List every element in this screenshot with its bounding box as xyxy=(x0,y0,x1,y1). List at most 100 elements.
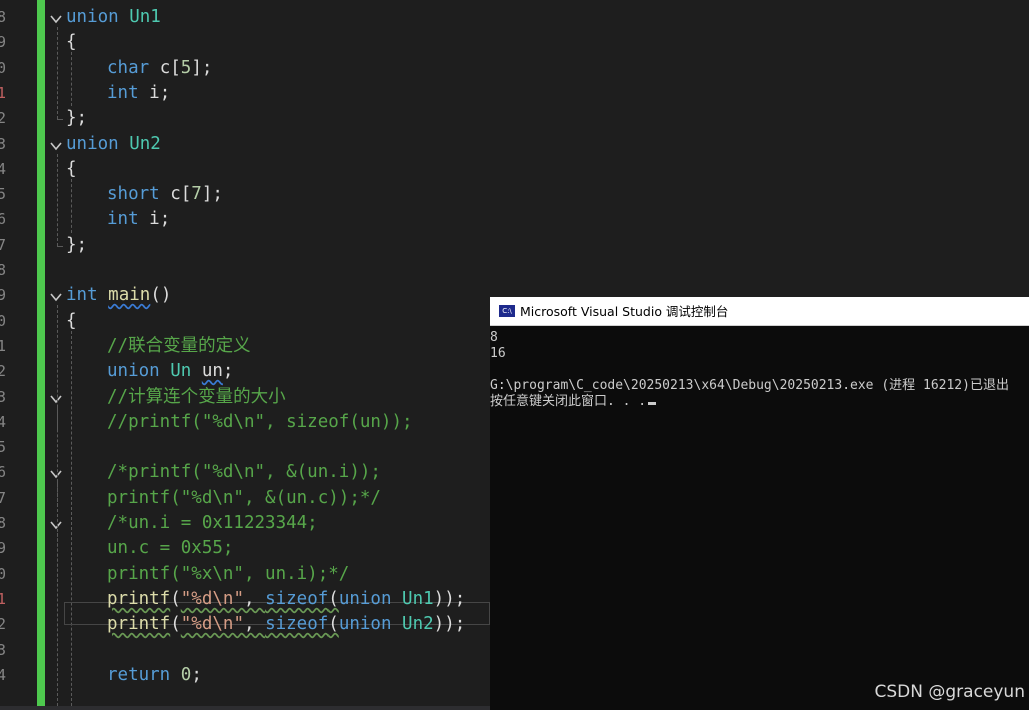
indent-guide xyxy=(71,52,72,106)
code-token: )); xyxy=(433,614,466,634)
code-token: union xyxy=(338,614,403,634)
code-token: /*un.i = 0x11223344; xyxy=(107,513,318,533)
fold-guide-comment xyxy=(57,482,58,506)
fold-guide-un1 xyxy=(57,27,58,119)
code-token: }; xyxy=(66,235,88,255)
code-token: /*printf("%d\n", &(un.i)); xyxy=(107,462,381,482)
code-line[interactable]: //联合变量的定义 xyxy=(107,334,251,359)
line-number: 4 xyxy=(0,160,7,178)
code-line[interactable]: //计算连个变量的大小 xyxy=(107,385,286,410)
fold-chevron-icon[interactable] xyxy=(49,138,63,152)
code-token: main xyxy=(108,285,151,305)
line-number: 1 xyxy=(0,590,7,608)
line-number: 9 xyxy=(0,286,7,304)
code-token: }; xyxy=(66,108,88,128)
code-token: int xyxy=(107,209,150,229)
code-line[interactable]: int i; xyxy=(107,81,170,106)
code-token: ( xyxy=(170,589,181,609)
code-line[interactable]: return 0; xyxy=(107,663,202,688)
code-line[interactable]: int main() xyxy=(66,283,171,308)
code-line[interactable]: { xyxy=(66,309,77,334)
fold-guide-end xyxy=(57,246,63,247)
line-number: 5 xyxy=(0,185,7,203)
line-number: 5 xyxy=(0,438,7,456)
code-token: ]; xyxy=(191,58,213,78)
code-line[interactable]: printf("%d\n", sizeof(union Un2)); xyxy=(107,612,465,637)
code-line[interactable]: un.c = 0x55; xyxy=(107,536,233,561)
code-token: int xyxy=(66,285,109,305)
code-line[interactable]: union Un1 xyxy=(66,5,161,30)
watermark: CSDN @graceyun xyxy=(874,682,1026,702)
editor-bottom-scroll-strip[interactable] xyxy=(0,706,490,710)
code-token: { xyxy=(66,159,77,179)
console-line: 8 xyxy=(490,330,1029,346)
code-token: "%d\n" xyxy=(180,614,244,634)
indent-guide xyxy=(71,331,72,706)
code-line[interactable]: //printf("%d\n", sizeof(un)); xyxy=(107,410,413,435)
code-token: i; xyxy=(149,83,171,103)
fold-chevron-icon[interactable] xyxy=(49,466,63,480)
console-cursor xyxy=(648,402,657,405)
code-token: printf xyxy=(107,614,171,634)
code-token: ]; xyxy=(201,184,223,204)
fold-chevron-icon[interactable] xyxy=(49,391,63,405)
code-token: Un xyxy=(170,361,202,381)
code-line[interactable]: printf("%x\n", un.i);*/ xyxy=(107,562,349,587)
console-app-icon: C:\ xyxy=(499,305,515,317)
code-token: //计算连个变量的大小 xyxy=(107,387,286,407)
code-line[interactable]: char c[5]; xyxy=(107,56,212,81)
code-line[interactable]: printf("%d\n", sizeof(union Un1)); xyxy=(107,587,465,612)
code-token: union xyxy=(338,589,403,609)
line-number: 3 xyxy=(0,135,7,153)
line-number: 6 xyxy=(0,210,7,228)
code-token: char xyxy=(107,58,160,78)
line-number: 7 xyxy=(0,236,7,254)
line-number: 3 xyxy=(0,388,7,406)
code-token: c[ xyxy=(170,184,192,204)
code-token: ; xyxy=(191,665,202,685)
line-number: 0 xyxy=(0,59,7,77)
line-number: 2 xyxy=(0,362,7,380)
code-line[interactable]: short c[7]; xyxy=(107,182,223,207)
code-token: printf xyxy=(107,589,171,609)
code-line[interactable]: { xyxy=(66,157,77,182)
fold-guide-comment xyxy=(57,407,58,430)
code-line[interactable]: union Un un; xyxy=(107,359,233,384)
code-line[interactable]: printf("%d\n", &(un.c));*/ xyxy=(107,486,381,511)
code-token: ; xyxy=(222,361,234,381)
fold-chevron-icon[interactable] xyxy=(49,289,63,303)
code-line[interactable]: union Un2 xyxy=(66,132,161,157)
code-line[interactable]: int i; xyxy=(107,207,170,232)
line-number: 3 xyxy=(0,641,7,659)
console-title-bar[interactable]: C:\ Microsoft Visual Studio 调试控制台 xyxy=(490,297,1029,326)
code-token: i; xyxy=(149,209,171,229)
code-token: //联合变量的定义 xyxy=(107,336,251,356)
fold-chevron-icon[interactable] xyxy=(49,517,63,531)
code-token: )); xyxy=(433,589,466,609)
code-line[interactable]: }; xyxy=(66,233,87,258)
indent-guide xyxy=(71,179,72,233)
code-token: { xyxy=(66,32,77,52)
debug-console-window[interactable]: C:\ Microsoft Visual Studio 调试控制台 8 16 G:\… xyxy=(490,297,1029,710)
line-number: 8 xyxy=(0,514,7,532)
code-token: union xyxy=(107,361,171,381)
fold-guide-end xyxy=(57,119,63,120)
console-output[interactable]: 8 16 G:\program\C_code\20250213\x64\Debug\… xyxy=(490,330,1029,410)
console-line: 按任意键关闭此窗口. . . xyxy=(490,394,1029,410)
console-line-text: 按任意键关闭此窗口. . . xyxy=(490,394,647,409)
code-token: Un1 xyxy=(129,7,161,27)
code-line[interactable]: }; xyxy=(66,106,87,131)
console-line: G:\program\C_code\20250213\x64\Debug\202… xyxy=(490,378,1029,394)
code-token: sizeof xyxy=(265,614,329,634)
fold-chevron-icon[interactable] xyxy=(49,11,63,25)
console-title: Microsoft Visual Studio 调试控制台 xyxy=(520,304,729,319)
line-number: 9 xyxy=(0,33,7,51)
line-number: 1 xyxy=(0,337,7,355)
code-token: ( xyxy=(328,614,339,634)
code-line[interactable]: /*un.i = 0x11223344; xyxy=(107,511,318,536)
code-token: ( xyxy=(170,614,181,634)
line-number: 1 xyxy=(0,84,7,102)
code-line[interactable]: { xyxy=(66,30,77,55)
code-line[interactable]: /*printf("%d\n", &(un.i)); xyxy=(107,460,381,485)
